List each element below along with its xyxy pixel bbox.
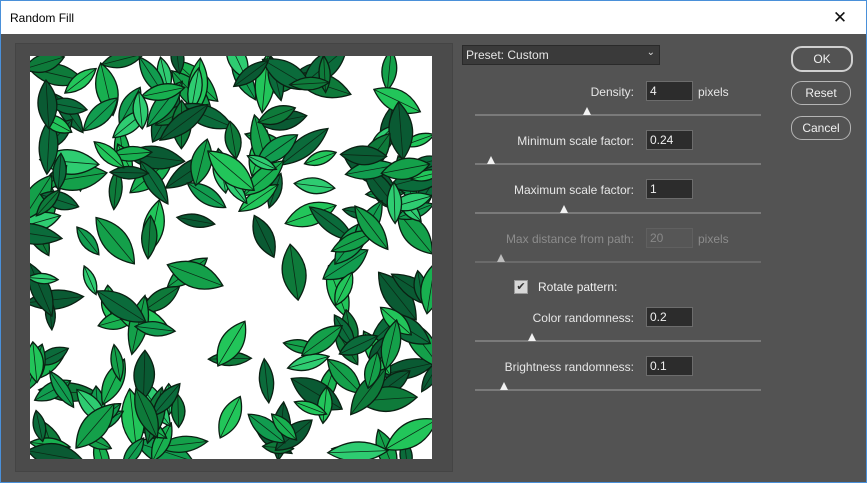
rotate-pattern-label: Rotate pattern: <box>538 280 618 294</box>
min-scale-label: Minimum scale factor: <box>517 134 634 148</box>
max-scale-slider-thumb[interactable] <box>559 205 568 213</box>
chevron-down-icon: ⌄ <box>646 47 655 58</box>
color-randomness-slider-thumb[interactable] <box>528 333 537 341</box>
color-randomness-field[interactable] <box>646 307 693 327</box>
density-field[interactable] <box>646 81 693 101</box>
leaf-shape <box>381 56 398 92</box>
reset-button[interactable]: Reset <box>791 81 851 105</box>
max-scale-field[interactable] <box>646 179 693 199</box>
density-label: Density: <box>590 85 634 99</box>
leaf-shape <box>281 243 307 302</box>
max-distance-label: Max distance from path: <box>505 232 634 246</box>
max-distance-slider-thumb <box>496 254 505 262</box>
brightness-randomness-slider-thumb[interactable] <box>499 382 508 390</box>
density-slider[interactable] <box>475 114 761 116</box>
preset-dropdown[interactable]: Preset: Custom ⌄ <box>462 45 660 65</box>
leaf-shape <box>252 214 276 259</box>
max-distance-unit: pixels <box>698 232 729 246</box>
preset-dropdown-value: Preset: Custom <box>466 48 549 62</box>
leaf-shape <box>218 395 243 439</box>
max-distance-field <box>646 228 693 248</box>
leaf-shape <box>293 177 336 195</box>
preview-canvas <box>30 56 432 459</box>
rotate-pattern-checkbox[interactable]: ✔ <box>514 280 528 294</box>
brightness-randomness-label: Brightness randomness: <box>504 360 634 374</box>
min-scale-slider-thumb[interactable] <box>486 156 495 164</box>
color-randomness-label: Color randomness: <box>532 311 634 325</box>
min-scale-slider[interactable] <box>475 163 761 165</box>
brightness-randomness-field[interactable] <box>646 356 693 376</box>
brightness-randomness-slider[interactable] <box>475 389 761 391</box>
leaf-shape <box>258 357 275 405</box>
close-icon[interactable]: ✕ <box>820 4 860 32</box>
random-fill-dialog: Random Fill ✕ Preset: Custom ⌄ Density: … <box>0 0 867 483</box>
max-distance-slider <box>475 261 761 263</box>
cancel-button[interactable]: Cancel <box>791 116 851 140</box>
max-scale-label: Maximum scale factor: <box>513 183 634 197</box>
dialog-title: Random Fill <box>10 11 75 25</box>
max-scale-slider[interactable] <box>475 212 761 214</box>
title-bar[interactable]: Random Fill ✕ <box>1 1 866 34</box>
color-randomness-slider[interactable] <box>475 340 761 342</box>
preview-frame <box>15 43 453 472</box>
min-scale-field[interactable] <box>646 130 693 150</box>
leaf-pattern-preview <box>30 56 432 459</box>
ok-button[interactable]: OK <box>791 46 853 72</box>
density-slider-thumb[interactable] <box>582 107 591 115</box>
density-unit: pixels <box>698 85 729 99</box>
leaf-shape <box>175 213 216 228</box>
